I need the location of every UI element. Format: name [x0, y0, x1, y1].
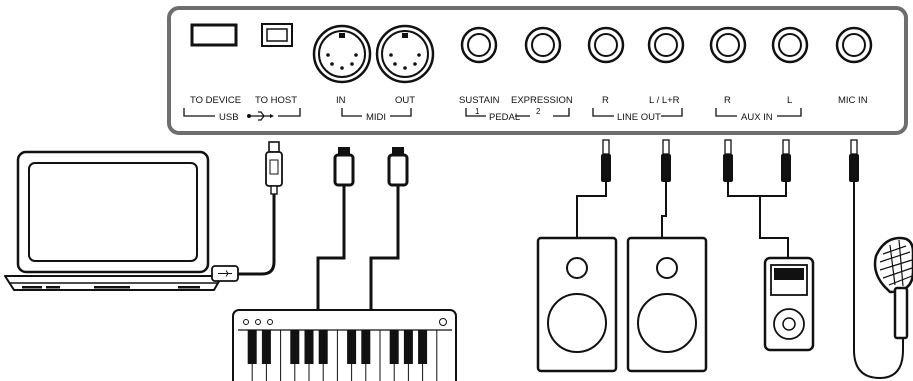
label-line-out-r: R: [602, 95, 609, 106]
label-expression: EXPRESSION: [511, 95, 573, 106]
mic-in-jack[interactable]: [835, 26, 873, 64]
black-key: [304, 330, 314, 364]
black-key: [290, 330, 300, 364]
line-out-r-jack[interactable]: [587, 26, 625, 64]
label-pedal-group: PEDAL: [489, 112, 520, 123]
label-line-out-group: LINE OUT: [617, 112, 661, 123]
black-key: [318, 330, 328, 364]
label-to-host: TO HOST: [255, 95, 297, 106]
label-usb-group: USB: [219, 112, 239, 123]
usb-to-host-port[interactable]: [261, 23, 293, 47]
expression-pedal-jack[interactable]: [524, 26, 562, 64]
black-key: [261, 330, 271, 364]
label-sustain: SUSTAIN: [459, 95, 500, 106]
black-key: [403, 330, 413, 364]
connection-diagram: TO DEVICE TO HOST IN OUT SUSTAIN EXPRESS…: [4, 6, 913, 381]
black-key: [418, 330, 428, 364]
label-aux-in-r: R: [724, 95, 731, 106]
label-midi-group: MIDI: [366, 112, 386, 123]
aux-in-r-jack[interactable]: [709, 26, 747, 64]
black-key: [247, 330, 257, 364]
portable-music-player-icon: [763, 256, 815, 352]
black-key: [347, 330, 357, 364]
label-aux-in-l: L: [787, 95, 792, 106]
sustain-pedal-jack[interactable]: [460, 26, 498, 64]
black-key: [361, 330, 371, 364]
line-out-l-jack[interactable]: [647, 26, 685, 64]
label-to-device: TO DEVICE: [190, 95, 241, 106]
midi-out-port[interactable]: [375, 24, 435, 84]
aux-in-cable: [723, 139, 791, 258]
laptop-computer-icon: [4, 150, 223, 291]
midi-in-port[interactable]: [312, 24, 372, 84]
label-pedal-1: 1: [475, 107, 480, 116]
microphone-icon: [873, 236, 913, 340]
midi-keyboard-icon: [232, 309, 457, 381]
speaker-left-icon: [536, 236, 618, 373]
speaker-right-icon: [626, 236, 708, 373]
usb-cable: [211, 141, 283, 282]
line-out-cables: [576, 139, 671, 238]
rear-panel: TO DEVICE TO HOST IN OUT SUSTAIN EXPRESS…: [167, 6, 908, 135]
black-key: [389, 330, 399, 364]
label-midi-out: OUT: [395, 95, 415, 106]
label-mic-in: MIC IN: [838, 95, 868, 106]
label-pedal-2: 2: [536, 107, 541, 116]
label-aux-in-group: AUX IN: [741, 112, 773, 123]
label-line-out-l: L / L+R: [649, 95, 680, 106]
midi-cables: [316, 147, 409, 310]
label-midi-in: IN: [336, 95, 346, 106]
aux-in-l-jack[interactable]: [771, 26, 809, 64]
usb-to-device-port[interactable]: [190, 23, 238, 47]
